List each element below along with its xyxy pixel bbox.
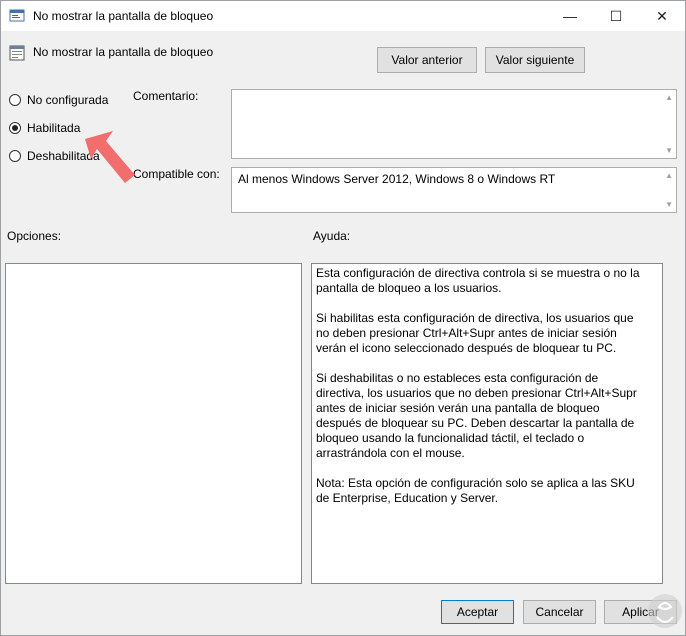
watermark-logo-icon	[648, 594, 682, 628]
radio-circle[interactable]	[9, 94, 21, 106]
policy-dialog: No mostrar la pantalla de bloqueo — ☐ ✕ …	[0, 0, 686, 636]
policy-name: No mostrar la pantalla de bloqueo	[33, 45, 214, 59]
radio-label: Habilitada	[27, 121, 81, 135]
compatible-scrollbar[interactable]: ▲ ▼	[660, 168, 676, 212]
cancel-button[interactable]: Cancelar	[523, 600, 596, 624]
close-icon: ✕	[656, 7, 668, 24]
ok-button[interactable]: Aceptar	[441, 600, 514, 624]
compatible-field: Al menos Windows Server 2012, Windows 8 …	[231, 167, 677, 213]
radio-circle[interactable]	[9, 122, 21, 134]
close-button[interactable]: ✕	[639, 1, 685, 31]
help-label: Ayuda:	[313, 229, 351, 243]
maximize-icon: ☐	[609, 7, 623, 24]
options-label: Opciones:	[7, 229, 62, 243]
scroll-up-icon[interactable]: ▲	[665, 93, 673, 102]
policy-window-icon	[9, 9, 25, 22]
radio-enabled[interactable]: Habilitada	[9, 121, 80, 135]
comment-textarea[interactable]: ▲ ▼	[231, 89, 677, 159]
scroll-up-icon[interactable]: ▲	[665, 171, 673, 180]
radio-not-configured[interactable]: No configurada	[9, 93, 108, 107]
annotation-arrow-icon	[85, 131, 135, 183]
help-text: Esta configuración de directiva controla…	[316, 266, 642, 521]
policy-setting-icon	[9, 45, 25, 61]
maximize-button[interactable]: ☐	[593, 1, 639, 31]
radio-label: No configurada	[27, 93, 109, 107]
compatible-label: Compatible con:	[133, 167, 220, 181]
minimize-button[interactable]: —	[547, 1, 593, 31]
help-paragraph: Esta configuración de directiva controla…	[316, 266, 640, 295]
options-pane	[5, 263, 302, 584]
comment-scrollbar[interactable]: ▲ ▼	[660, 90, 676, 158]
help-pane: Esta configuración de directiva controla…	[311, 263, 663, 584]
scroll-down-icon[interactable]: ▼	[665, 146, 673, 155]
comment-label: Comentario:	[133, 89, 199, 103]
next-setting-button[interactable]: Valor siguiente	[485, 47, 585, 73]
minimize-icon: —	[563, 8, 577, 24]
window-title: No mostrar la pantalla de bloqueo	[33, 9, 214, 23]
help-paragraph: Nota: Esta opción de configuración solo …	[316, 476, 635, 505]
scroll-down-icon[interactable]: ▼	[665, 200, 673, 209]
title-bar: No mostrar la pantalla de bloqueo — ☐ ✕	[1, 1, 685, 31]
help-paragraph: Si habilitas esta configuración de direc…	[316, 311, 634, 355]
compatible-value: Al menos Windows Server 2012, Windows 8 …	[238, 172, 556, 186]
help-paragraph: Si deshabilitas o no estableces esta con…	[316, 371, 637, 460]
previous-setting-button[interactable]: Valor anterior	[377, 47, 477, 73]
radio-circle[interactable]	[9, 150, 21, 162]
